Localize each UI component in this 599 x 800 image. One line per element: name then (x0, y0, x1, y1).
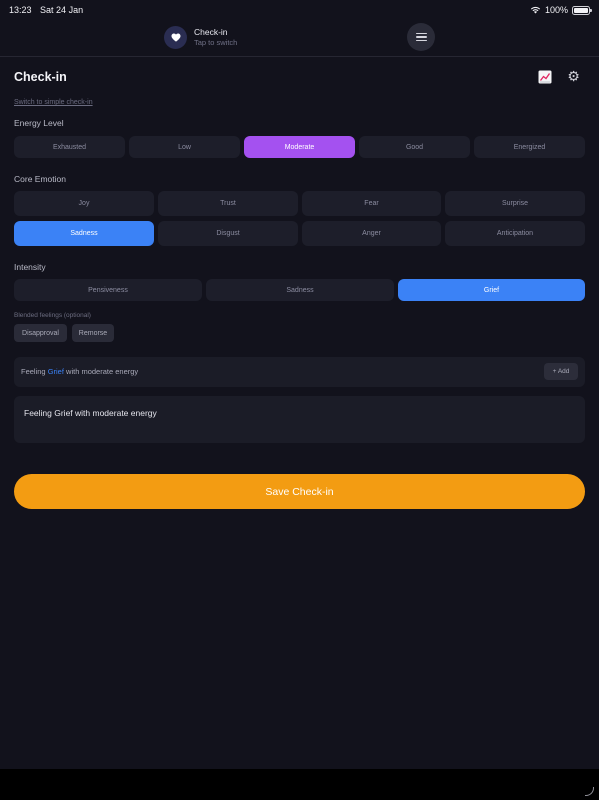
page-title: Check-in (14, 70, 67, 84)
emotion-option-fear[interactable]: Fear (302, 191, 441, 216)
mode-text: Check-in Tap to switch (194, 27, 237, 48)
status-left: 13:23 Sat 24 Jan (9, 5, 89, 15)
summary-suffix: with moderate energy (63, 367, 139, 376)
summary-prefix: Feeling (21, 367, 48, 376)
menu-line (415, 32, 427, 34)
save-checkin-button[interactable]: Save Check-in (14, 474, 585, 509)
intensity-option-grief[interactable]: Grief (398, 279, 585, 301)
menu-line (415, 40, 427, 42)
energy-option-moderate[interactable]: Moderate (244, 136, 355, 158)
mode-switch[interactable]: Check-in Tap to switch (164, 26, 237, 49)
energy-option-energized[interactable]: Energized (474, 136, 585, 158)
emotion-option-joy[interactable]: Joy (14, 191, 154, 216)
intensity-label: Intensity (14, 262, 46, 272)
energy-option-good[interactable]: Good (359, 136, 470, 158)
hamburger-menu-icon[interactable] (407, 23, 435, 51)
gear-icon[interactable]: ⚙ (566, 69, 581, 84)
status-right: 100% (530, 5, 592, 15)
summary-card: Feeling Grief with moderate energy + Add (14, 357, 585, 387)
summary-text: Feeling Grief with moderate energy (21, 367, 138, 376)
blended-feelings-label: Blended feelings (optional) (14, 312, 91, 319)
battery-level (574, 7, 588, 13)
top-bar: Check-in Tap to switch (0, 20, 599, 57)
energy-option-exhausted[interactable]: Exhausted (14, 136, 125, 158)
emotion-option-disgust[interactable]: Disgust (158, 221, 298, 246)
emotion-option-trust[interactable]: Trust (158, 191, 298, 216)
wifi-icon (530, 6, 541, 14)
mode-title: Check-in (194, 27, 228, 37)
note-field[interactable]: Feeling Grief with moderate energy (14, 396, 585, 443)
blend-chip-disapproval[interactable]: Disapproval (14, 324, 67, 342)
add-button[interactable]: + Add (544, 363, 578, 380)
battery-percent: 100% (544, 5, 568, 15)
blend-chip-remorse[interactable]: Remorse (72, 324, 114, 342)
menu-line (415, 36, 427, 38)
status-date: Sat 24 Jan (40, 5, 84, 15)
energy-option-low[interactable]: Low (129, 136, 240, 158)
status-time: 13:23 (9, 5, 32, 15)
bottom-bar (0, 769, 599, 800)
emotion-option-anticipation[interactable]: Anticipation (445, 221, 585, 246)
intensity-option-sadness[interactable]: Sadness (206, 279, 394, 301)
mode-subtitle: Tap to switch (194, 38, 238, 47)
summary-emotion: Grief (47, 367, 64, 376)
intensity-option-pensiveness[interactable]: Pensiveness (14, 279, 202, 301)
emotion-option-sadness[interactable]: Sadness (14, 221, 154, 246)
emotion-option-surprise[interactable]: Surprise (445, 191, 585, 216)
resize-handle-icon[interactable] (585, 787, 594, 796)
emotion-option-anger[interactable]: Anger (302, 221, 441, 246)
status-bar: 13:23 Sat 24 Jan 100% (0, 0, 599, 20)
emotion-label: Core Emotion (14, 174, 66, 184)
heart-icon (164, 26, 187, 49)
chart-icon[interactable] (538, 70, 552, 84)
simple-checkin-link[interactable]: Switch to simple check-in (14, 99, 93, 106)
energy-label: Energy Level (14, 118, 64, 128)
battery-icon (572, 5, 592, 15)
